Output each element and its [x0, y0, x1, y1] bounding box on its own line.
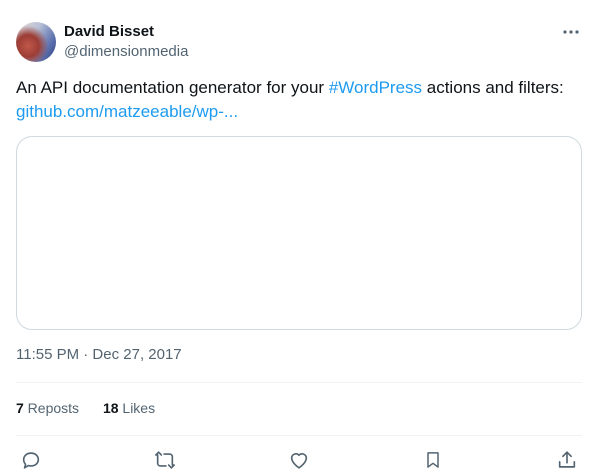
tweet-text-part: An API documentation generator for your: [16, 78, 329, 97]
likes-label: Likes: [118, 400, 156, 416]
link-preview-card[interactable]: [16, 136, 582, 330]
tweet-text-part: actions and filters:: [422, 78, 564, 97]
bookmark-button[interactable]: [418, 447, 448, 473]
reposts-label: Reposts: [23, 400, 80, 416]
tweet-timestamp[interactable]: 11:55 PM · Dec 27, 2017: [16, 345, 182, 365]
divider: [16, 382, 582, 383]
divider: [16, 435, 582, 436]
share-icon: [556, 449, 578, 471]
tweet-text: An API documentation generator for your …: [16, 76, 576, 124]
tweet-header: David Bisset @dimensionmedia: [16, 22, 582, 62]
engagement-stats: 7 Reposts 18 Likes: [16, 398, 175, 418]
reply-button[interactable]: [16, 447, 46, 473]
likes-count: 18: [102, 400, 119, 416]
reply-icon: [20, 449, 42, 471]
bookmark-icon: [423, 449, 443, 471]
author-handle[interactable]: @dimensionmedia: [64, 43, 188, 61]
author-name[interactable]: David Bisset: [64, 23, 154, 41]
reposts-stat[interactable]: 7 Reposts: [16, 398, 79, 418]
like-button[interactable]: [284, 447, 314, 473]
reposts-count: 7: [16, 400, 24, 416]
more-horizontal-icon: [563, 30, 579, 34]
hashtag-link[interactable]: #WordPress: [329, 78, 422, 97]
likes-stat[interactable]: 18 Likes: [103, 398, 155, 418]
repost-icon: [153, 449, 177, 471]
more-options-button[interactable]: [560, 22, 582, 42]
share-button[interactable]: [552, 447, 582, 473]
heart-icon: [288, 449, 310, 471]
tweet: David Bisset @dimensionmedia An API docu…: [0, 0, 598, 473]
repost-button[interactable]: [150, 447, 180, 473]
url-link[interactable]: github.com/matzeeable/wp-...: [16, 102, 238, 121]
action-bar: [16, 447, 582, 473]
avatar[interactable]: [16, 22, 56, 62]
